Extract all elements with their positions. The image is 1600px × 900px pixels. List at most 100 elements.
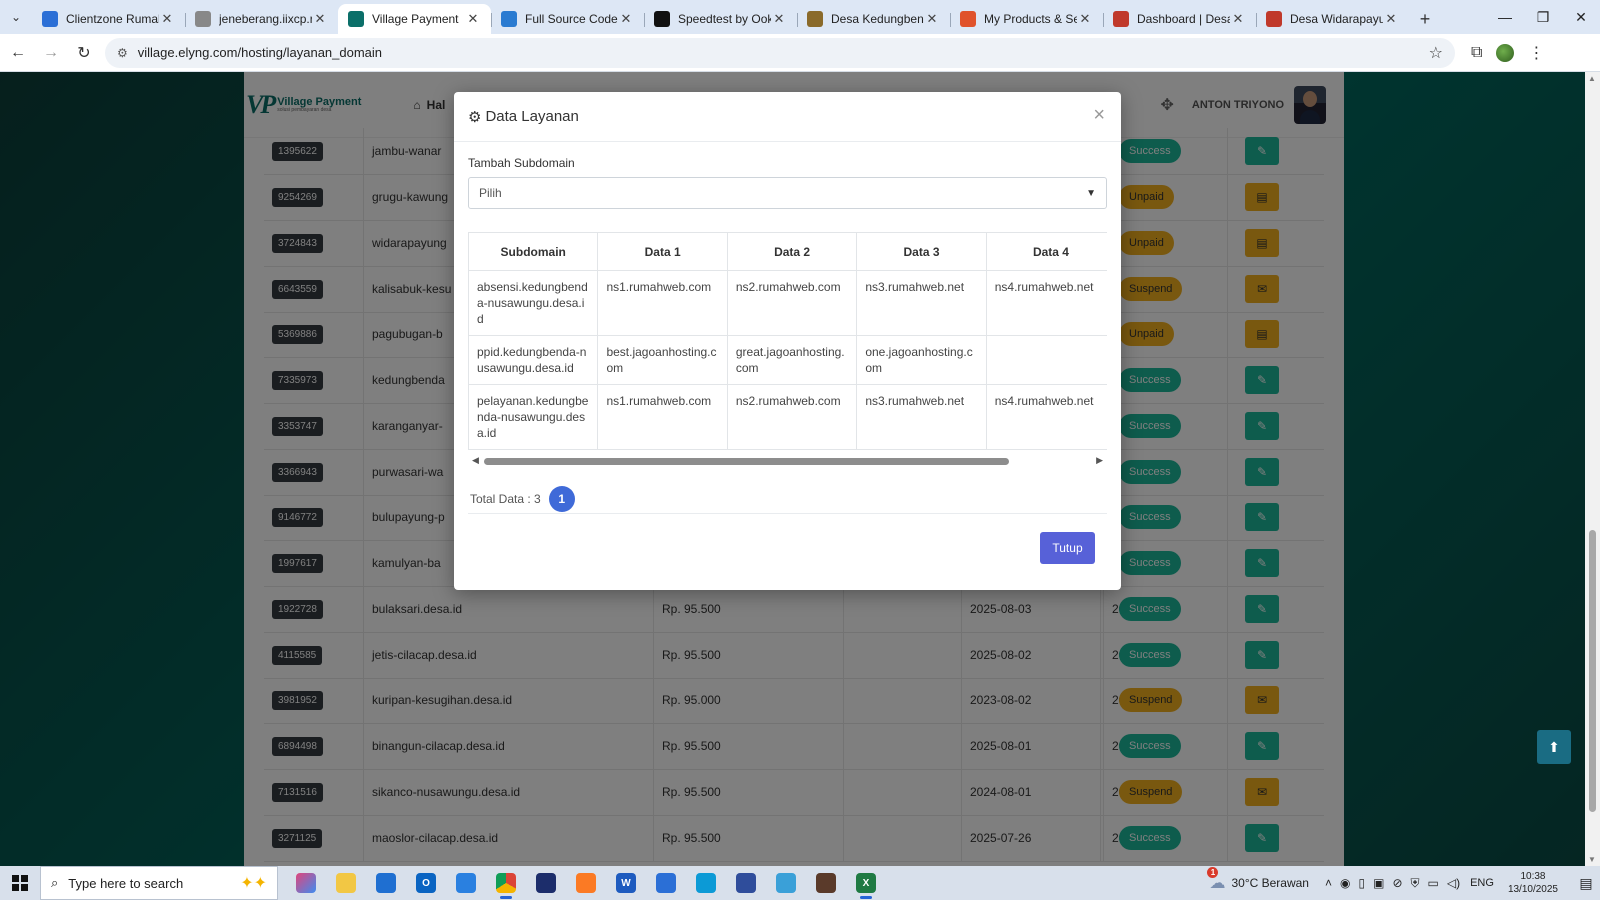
tab-close-icon[interactable]: ✕ <box>465 11 481 27</box>
taskbar-app[interactable] <box>686 866 726 900</box>
page-scrollbar[interactable]: ▲ ▼ <box>1585 72 1600 866</box>
tab-close-icon[interactable]: ✕ <box>771 11 787 27</box>
subdomain-table-scroll[interactable]: Subdomain Data 1 Data 2 Data 3 Data 4 absens… <box>468 232 1107 452</box>
tab-close-icon[interactable]: ✕ <box>1077 11 1093 27</box>
tab-close-icon[interactable]: ✕ <box>312 11 328 27</box>
taskbar-app[interactable]: W <box>606 866 646 900</box>
profile-avatar[interactable] <box>1496 43 1515 62</box>
cloud-icon: ☁ 1 <box>1207 867 1226 892</box>
tab-close-icon[interactable]: ✕ <box>1230 11 1246 27</box>
tab-search-button[interactable]: ⌄ <box>0 0 32 34</box>
page-scrollbar-thumb[interactable] <box>1589 530 1596 812</box>
search-highlight-icon: ✦✦ <box>240 875 267 892</box>
shield-icon <box>1113 11 1129 27</box>
bookmark-star-icon[interactable]: ☆ <box>1429 43 1443 63</box>
table-horizontal-scrollbar[interactable]: ◀ ▶ <box>468 455 1107 469</box>
tab-close-icon[interactable]: ✕ <box>618 11 634 27</box>
taskbar-app[interactable] <box>766 866 806 900</box>
tutup-button[interactable]: Tutup <box>1040 532 1095 564</box>
record-icon[interactable]: ◉ <box>1340 876 1350 891</box>
browser-tab[interactable]: Full Source Code Aplikasi✕ <box>491 4 644 34</box>
start-button[interactable] <box>0 866 40 900</box>
minimize-button[interactable]: — <box>1486 0 1524 34</box>
column-header[interactable]: Data 2 <box>726 232 858 271</box>
pagination: Total Data : 3 1 <box>468 484 1107 514</box>
browser-tab[interactable]: jeneberang.iixcp.rumahweb✕ <box>185 4 338 34</box>
app-icon <box>536 873 556 893</box>
taskbar-app[interactable] <box>646 866 686 900</box>
new-tab-button[interactable]: + <box>1409 4 1441 34</box>
browser-tab[interactable]: Dashboard | Desa Widara✕ <box>1103 4 1256 34</box>
page-button[interactable]: 1 <box>548 485 575 512</box>
usb-icon[interactable]: ▯ <box>1358 876 1365 891</box>
language-indicator[interactable]: ENG <box>1470 877 1494 889</box>
volume-icon[interactable]: ◁) <box>1447 876 1460 891</box>
back-to-top-button[interactable]: ⬆ <box>1537 730 1571 764</box>
reload-button[interactable]: ↻ <box>69 38 99 68</box>
back-button[interactable]: ← <box>3 38 33 68</box>
webcam-icon[interactable]: ▣ <box>1373 876 1384 891</box>
forward-button[interactable]: → <box>36 38 66 68</box>
figure-icon <box>816 873 836 893</box>
taskbar-app[interactable]: X <box>846 866 886 900</box>
taskbar-app[interactable] <box>806 866 846 900</box>
cloud-icon <box>42 11 58 27</box>
taskbar-app[interactable] <box>366 866 406 900</box>
browser-menu-icon[interactable]: ⋮ <box>1528 43 1544 63</box>
table-scrollbar-thumb[interactable] <box>484 458 1009 465</box>
column-header[interactable]: Data 3 <box>856 232 987 271</box>
restore-button[interactable]: ❐ <box>1524 0 1562 34</box>
scroll-up-icon[interactable]: ▲ <box>1588 74 1596 83</box>
clock[interactable]: 10:38 13/10/2025 <box>1508 870 1558 896</box>
site-info-icon[interactable]: ⚙ <box>117 46 128 60</box>
subdomain-select[interactable]: Pilih ▼ <box>468 177 1107 209</box>
outlook-icon: O <box>416 873 436 893</box>
tab-close-icon[interactable]: ✕ <box>1383 11 1399 27</box>
chevron-up-icon[interactable]: ˄ <box>1325 876 1332 891</box>
browser-tab[interactable]: Clientzone Rumahweb✕ <box>32 4 185 34</box>
column-header[interactable]: Data 4 <box>985 232 1107 271</box>
browser-tab[interactable]: Village Payment ✕ <box>338 4 491 34</box>
weather-widget[interactable]: ☁ 1 30°C Berawan <box>1207 867 1309 893</box>
column-header[interactable]: Data 1 <box>597 232 728 271</box>
bluetooth-off-icon[interactable]: ⊘ <box>1392 876 1402 891</box>
nameserver-cell: ns1.rumahweb.com <box>597 270 728 336</box>
tab-title: Speedtest by Ookla - The <box>678 12 771 26</box>
browser-tab[interactable]: My Products & Services✕ <box>950 4 1103 34</box>
modal-close-button[interactable]: × <box>1093 104 1105 127</box>
browser-tab[interactable]: Desa Kedungbenda✕ <box>797 4 950 34</box>
extensions-icon[interactable]: ⧉ <box>1471 44 1482 62</box>
modal-body: Tambah Subdomain Pilih ▼ Subdomain Data 1… <box>468 142 1107 514</box>
taskbar-search[interactable]: ⌕ Type here to search ✦✦ <box>40 866 278 900</box>
nameserver-cell: ns1.rumahweb.com <box>597 384 728 450</box>
taskbar-app[interactable] <box>726 866 766 900</box>
taskbar-app[interactable] <box>446 866 486 900</box>
taskbar-app[interactable] <box>326 866 366 900</box>
column-header[interactable]: Subdomain <box>468 232 599 271</box>
scroll-right-icon[interactable]: ▶ <box>1096 455 1103 466</box>
tab-close-icon[interactable]: ✕ <box>159 11 175 27</box>
subdomain-select-value: Pilih <box>479 186 502 200</box>
address-bar[interactable]: ⚙ village.elyng.com/hosting/layanan_doma… <box>105 37 1455 68</box>
browser-tab[interactable]: Speedtest by Ookla - The✕ <box>644 4 797 34</box>
subdomain-row: pelayanan.kedungbenda-nusawungu.desa.id n… <box>468 384 1107 450</box>
taskbar-app[interactable] <box>526 866 566 900</box>
security-icon[interactable]: ⛨ <box>1411 876 1420 891</box>
scroll-down-icon[interactable]: ▼ <box>1588 855 1596 864</box>
scroll-left-icon[interactable]: ◀ <box>472 455 479 466</box>
tab-close-icon[interactable]: ✕ <box>924 11 940 27</box>
nameserver-cell: one.jagoanhosting.com <box>856 335 987 385</box>
excel-icon: X <box>856 873 876 893</box>
taskbar-app[interactable] <box>486 866 526 900</box>
taskbar-app[interactable] <box>286 866 326 900</box>
network-icon[interactable]: ▭ <box>1428 876 1439 891</box>
edge-dev-icon <box>456 873 476 893</box>
close-window-button[interactable]: ✕ <box>1562 0 1600 34</box>
taskbar-app[interactable] <box>566 866 606 900</box>
notification-icon[interactable]: ▤ <box>1572 875 1600 892</box>
browser-toolbar: ← → ↻ ⚙ village.elyng.com/hosting/layana… <box>0 34 1600 72</box>
taskbar-app[interactable]: O <box>406 866 446 900</box>
vp-icon <box>348 11 364 27</box>
browser-tab[interactable]: Desa Widarapayung✕ <box>1256 4 1409 34</box>
subdomain-table: Subdomain Data 1 Data 2 Data 3 Data 4 absens… <box>468 232 1107 450</box>
